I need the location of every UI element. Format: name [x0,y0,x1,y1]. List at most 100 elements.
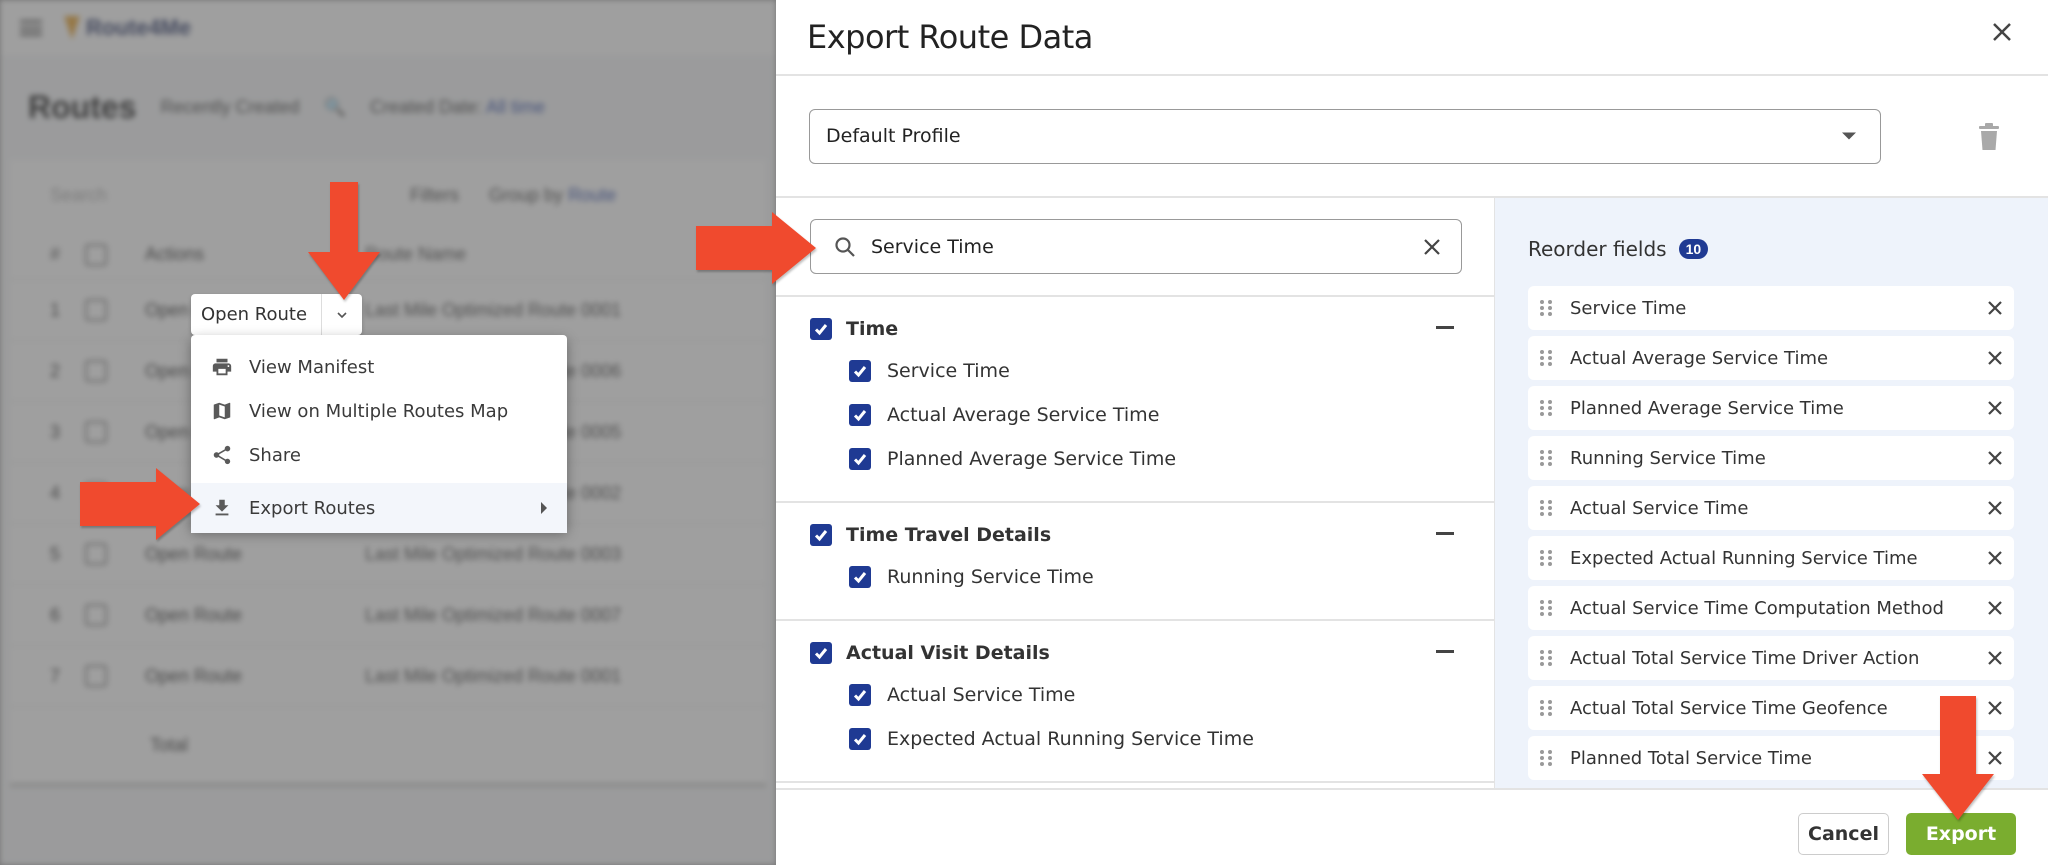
profile-selected-value: Default Profile [826,125,961,147]
field-checkbox[interactable] [849,404,871,426]
field-group-header[interactable]: Time Travel Details [810,515,1494,555]
reorder-item-label: Service Time [1570,297,1687,319]
drag-handle-icon[interactable] [1540,550,1552,566]
drag-handle-icon[interactable] [1540,400,1552,416]
reorder-item-label: Planned Total Service Time [1570,747,1812,769]
panel-header: Export Route Data [776,0,2048,76]
field-group-header[interactable]: Actual Visit Details [810,633,1494,673]
clear-search-icon[interactable] [1421,236,1443,258]
close-icon[interactable] [1988,18,2016,46]
field-checkbox[interactable] [849,684,871,706]
cancel-button[interactable]: Cancel [1798,813,1889,855]
reorder-item[interactable]: Planned Average Service Time [1528,386,2014,430]
field-option[interactable]: Actual Average Service Time [810,393,1494,437]
field-group: Actual Visit Details Actual Service Time E… [776,621,1494,783]
remove-field-icon[interactable] [1986,599,2004,617]
drag-handle-icon[interactable] [1540,350,1552,366]
submenu-arrow-icon [541,502,547,514]
reorder-item[interactable]: Actual Average Service Time [1528,336,2014,380]
field-label: Actual Service Time [887,684,1076,706]
drag-handle-icon[interactable] [1540,500,1552,516]
annotation-arrow-export-routes [78,466,202,542]
reorder-item-label: Expected Actual Running Service Time [1570,547,1918,569]
group-label: Time [846,318,899,340]
field-search-box [810,219,1462,274]
reorder-item-label: Actual Service Time [1570,497,1749,519]
map-icon [209,398,235,424]
remove-field-icon[interactable] [1986,649,2004,667]
field-option[interactable]: Service Time [810,349,1494,393]
field-option[interactable]: Planned Average Service Time [810,437,1494,481]
field-label: Planned Average Service Time [887,448,1177,470]
menu-item-label: View Manifest [249,356,375,378]
group-checkbox[interactable] [810,318,832,340]
collapse-minus-icon[interactable] [1436,650,1454,653]
field-selection-column: Time Service Time Actual Average Service T… [776,198,1495,788]
remove-field-icon[interactable] [1986,549,2004,567]
field-search-row [776,198,1494,297]
open-route-button[interactable]: Open Route [191,294,323,335]
reorder-item-label: Actual Total Service Time Driver Action [1570,647,1920,669]
field-option[interactable]: Running Service Time [810,555,1494,599]
field-group: Time Service Time Actual Average Service T… [776,297,1494,503]
reorder-header: Reorder fields 10 [1528,234,2048,264]
panel-body: Time Service Time Actual Average Service T… [776,198,2048,788]
group-label: Time Travel Details [846,524,1052,546]
reorder-item[interactable]: Expected Actual Running Service Time [1528,536,2014,580]
profile-select[interactable]: Default Profile [809,108,1881,164]
remove-field-icon[interactable] [1986,299,2004,317]
profile-row: Default Profile [776,76,2048,198]
reorder-item[interactable]: Actual Service Time [1528,486,2014,530]
field-option[interactable]: Expected Actual Running Service Time [810,717,1494,761]
reorder-item-label: Running Service Time [1570,447,1766,469]
download-icon [209,495,235,521]
group-checkbox[interactable] [810,524,832,546]
menu-item-export-routes[interactable]: Export Routes [191,483,567,533]
collapse-minus-icon[interactable] [1436,532,1454,535]
field-label: Expected Actual Running Service Time [887,728,1254,750]
panel-footer: Cancel Export [776,788,2048,865]
drag-handle-icon[interactable] [1540,750,1552,766]
reorder-item[interactable]: Running Service Time [1528,436,2014,480]
menu-item-view-manifest[interactable]: View Manifest [191,345,567,389]
drag-handle-icon[interactable] [1540,300,1552,316]
field-label: Service Time [887,360,1010,382]
field-checkbox[interactable] [849,728,871,750]
annotation-arrow-search [694,210,818,286]
group-checkbox[interactable] [810,642,832,664]
remove-field-icon[interactable] [1986,449,2004,467]
group-label: Actual Visit Details [846,642,1050,664]
drag-handle-icon[interactable] [1540,450,1552,466]
field-checkbox[interactable] [849,566,871,588]
field-checkbox[interactable] [849,448,871,470]
trash-icon[interactable] [1978,123,2000,151]
remove-field-icon[interactable] [1986,349,2004,367]
reorder-item[interactable]: Actual Total Service Time Driver Action [1528,636,2014,680]
drag-handle-icon[interactable] [1540,700,1552,716]
reorder-item-label: Planned Average Service Time [1570,397,1844,419]
remove-field-icon[interactable] [1986,399,2004,417]
drag-handle-icon[interactable] [1540,650,1552,666]
reorder-item-label: Actual Average Service Time [1570,347,1829,369]
collapse-minus-icon[interactable] [1436,326,1454,329]
drag-handle-icon[interactable] [1540,600,1552,616]
reorder-item-label: Actual Service Time Computation Method [1570,597,1944,619]
field-option[interactable]: Actual Service Time [810,673,1494,717]
menu-item-share[interactable]: Share [191,433,567,477]
field-checkbox[interactable] [849,360,871,382]
reorder-item[interactable]: Actual Service Time Computation Method [1528,586,2014,630]
menu-item-view-on-map[interactable]: View on Multiple Routes Map [191,389,567,433]
field-group: Time Travel Details Running Service Time [776,503,1494,621]
menu-item-label: Share [249,444,301,466]
field-search-input[interactable] [871,235,1411,258]
route-actions-menu: View Manifest View on Multiple Routes Ma… [191,335,567,533]
printer-icon [209,354,235,380]
menu-item-label: View on Multiple Routes Map [249,400,509,422]
field-group-header[interactable]: Time [810,309,1494,349]
field-label: Actual Average Service Time [887,404,1160,426]
field-groups-list[interactable]: Time Service Time Actual Average Service T… [776,297,1494,783]
annotation-arrow-export-button [1920,694,1996,822]
reorder-item-label: Actual Total Service Time Geofence [1570,697,1888,719]
reorder-item[interactable]: Service Time [1528,286,2014,330]
remove-field-icon[interactable] [1986,499,2004,517]
